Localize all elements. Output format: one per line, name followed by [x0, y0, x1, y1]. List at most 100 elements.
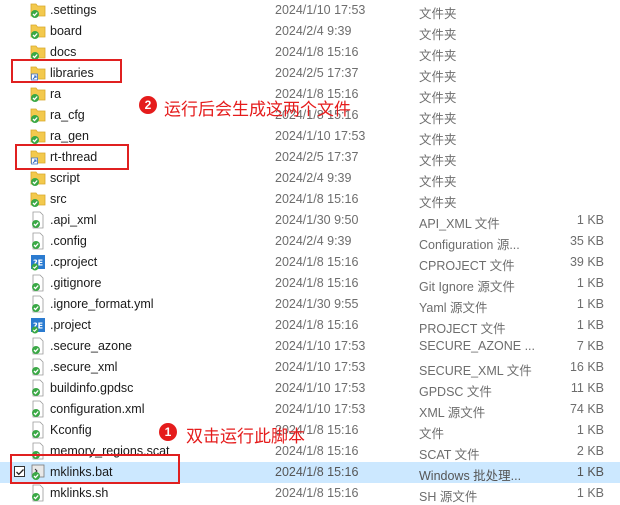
file-type: SCAT 文件	[419, 448, 480, 462]
file-synced-icon	[30, 379, 46, 397]
file-name: script	[50, 171, 80, 185]
file-row[interactable]: Kconfig 2024/1/8 15:16 文件 1 KB	[0, 420, 620, 441]
file-type: Configuration 源...	[419, 238, 520, 252]
file-date: 2024/2/4 9:39	[275, 234, 352, 248]
folder-synced-icon	[30, 169, 46, 187]
file-type: 文件夹	[419, 175, 457, 189]
file-name: .settings	[50, 3, 97, 17]
file-size: 39 KB	[569, 255, 604, 269]
file-type: CPROJECT 文件	[419, 259, 515, 273]
file-date: 2024/1/10 17:53	[275, 3, 366, 17]
file-type: 文件夹	[419, 112, 457, 126]
step-1-badge: 1	[159, 423, 177, 441]
file-name: ra_gen	[50, 129, 89, 143]
file-date: 2024/1/8 15:16	[275, 276, 359, 290]
file-name: .project	[50, 318, 91, 332]
file-row[interactable]: .config 2024/2/4 9:39 Configuration 源... 35…	[0, 231, 620, 252]
file-size: 35 KB	[569, 234, 604, 248]
folder-synced-icon	[30, 22, 46, 40]
folder-synced-icon	[30, 106, 46, 124]
file-name: ra_cfg	[50, 108, 85, 122]
file-size: 1 KB	[576, 423, 604, 437]
file-date: 2024/2/4 9:39	[275, 171, 352, 185]
file-size: 11 KB	[570, 381, 604, 395]
file-type: Windows 批处理...	[419, 469, 522, 483]
file-row[interactable]: script 2024/2/4 9:39 文件夹	[0, 168, 620, 189]
file-row[interactable]: src 2024/1/8 15:16 文件夹	[0, 189, 620, 210]
file-size: 1 KB	[576, 318, 604, 332]
file-type: 文件夹	[419, 7, 457, 21]
file-date: 2024/1/8 15:16	[275, 486, 359, 500]
file-date: 2024/1/8 15:16	[275, 465, 359, 479]
file-date: 2024/2/5 17:37	[275, 150, 359, 164]
file-synced-icon	[30, 337, 46, 355]
file-name: docs	[50, 45, 77, 59]
file-type: 文件夹	[419, 196, 457, 210]
highlight-box-libraries	[11, 59, 122, 83]
file-type: XML 源文件	[419, 406, 486, 420]
file-size: 1 KB	[576, 465, 604, 479]
file-date: 2024/2/5 17:37	[275, 66, 359, 80]
file-synced-icon	[30, 400, 46, 418]
file-name: src	[50, 192, 67, 206]
file-type: 文件夹	[419, 49, 457, 63]
file-row[interactable]: ?E .project 2024/1/8 15:16 PROJECT 文件 1 KB	[0, 315, 620, 336]
file-date: 2024/1/8 15:16	[275, 318, 359, 332]
file-type: GPDSC 文件	[419, 385, 492, 399]
file-name: .cproject	[50, 255, 98, 269]
file-name: .secure_xml	[50, 360, 118, 374]
file-row[interactable]: buildinfo.gpdsc 2024/1/10 17:53 GPDSC 文件 11…	[0, 378, 620, 399]
file-date: 2024/1/8 15:16	[275, 255, 359, 269]
file-type: 文件夹	[419, 28, 457, 42]
file-row[interactable]: .secure_xml 2024/1/10 17:53 SECURE_XML 文件 1…	[0, 357, 620, 378]
file-date: 2024/1/10 17:53	[275, 360, 366, 374]
file-date: 2024/1/30 9:55	[275, 297, 359, 311]
file-type: PROJECT 文件	[419, 322, 506, 336]
eclipse-file-icon: ?E	[30, 253, 46, 271]
file-date: 2024/2/4 9:39	[275, 24, 352, 38]
file-size: 7 KB	[576, 339, 604, 353]
file-name: board	[50, 24, 82, 38]
file-size: 2 KB	[576, 444, 604, 458]
file-date: 2024/1/8 15:16	[275, 45, 359, 59]
file-date: 2024/1/10 17:53	[275, 129, 366, 143]
file-type: Git Ignore 源文件	[419, 280, 515, 294]
file-row[interactable]: ?E .cproject 2024/1/8 15:16 CPROJECT 文件 39 K…	[0, 252, 620, 273]
file-name: Kconfig	[50, 423, 92, 437]
file-row[interactable]: mklinks.sh 2024/1/8 15:16 SH 源文件 1 KB	[0, 483, 620, 504]
file-size: 1 KB	[576, 297, 604, 311]
file-row[interactable]: .gitignore 2024/1/8 15:16 Git Ignore 源文件 1 …	[0, 273, 620, 294]
file-row[interactable]: .api_xml 2024/1/30 9:50 API_XML 文件 1 KB	[0, 210, 620, 231]
file-name: mklinks.sh	[50, 486, 109, 500]
step-2-note: 运行后会生成这两个文件	[164, 100, 351, 120]
highlight-box-rt-thread	[15, 144, 129, 170]
file-size: 1 KB	[576, 486, 604, 500]
folder-synced-icon	[30, 85, 46, 103]
file-name: buildinfo.gpdsc	[50, 381, 134, 395]
file-synced-icon	[30, 358, 46, 376]
folder-synced-icon	[30, 190, 46, 208]
file-row[interactable]: configuration.xml 2024/1/10 17:53 XML 源文件 7…	[0, 399, 620, 420]
folder-synced-icon	[30, 127, 46, 145]
file-row[interactable]: .settings 2024/1/10 17:53 文件夹	[0, 0, 620, 21]
folder-synced-icon	[30, 1, 46, 19]
step-1-note: 双击运行此脚本	[186, 427, 305, 447]
file-name: ra	[50, 87, 62, 101]
file-size: 74 KB	[569, 402, 604, 416]
file-type: Yaml 源文件	[419, 301, 488, 315]
eclipse-file-icon: ?E	[30, 316, 46, 334]
file-row[interactable]: .secure_azone 2024/1/10 17:53 SECURE_AZONE…	[0, 336, 620, 357]
file-size: 16 KB	[569, 360, 604, 374]
highlight-box-mklinks-bat	[10, 454, 180, 484]
file-type: API_XML 文件	[419, 217, 500, 231]
file-name: .api_xml	[50, 213, 97, 227]
file-synced-icon	[30, 484, 46, 502]
file-date: 2024/1/10 17:53	[275, 339, 366, 353]
file-row[interactable]: board 2024/2/4 9:39 文件夹	[0, 21, 620, 42]
file-date: 2024/1/30 9:50	[275, 213, 359, 227]
file-name: .ignore_format.yml	[50, 297, 154, 311]
file-type: SECURE_AZONE ...	[419, 339, 535, 353]
file-type: 文件	[419, 427, 445, 441]
file-synced-icon	[30, 232, 46, 250]
file-row[interactable]: .ignore_format.yml 2024/1/30 9:55 Yaml 源文件…	[0, 294, 620, 315]
